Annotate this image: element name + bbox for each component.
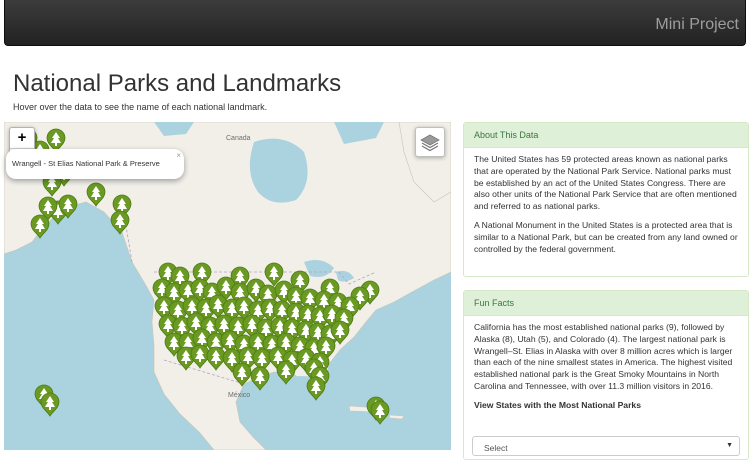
park-marker[interactable] <box>250 366 270 391</box>
about-paragraph-1: The United States has 59 protected areas… <box>474 154 737 212</box>
chevron-down-icon: ▼ <box>726 442 733 449</box>
park-marker[interactable] <box>110 210 130 235</box>
layers-icon <box>420 134 440 152</box>
most-parks-select[interactable]: Select ▼ <box>472 436 740 456</box>
navbar-brand[interactable]: Mini Project <box>655 16 739 34</box>
tooltip-text: Wrangell - St Elias National Park & Pres… <box>12 159 160 168</box>
layers-button[interactable] <box>415 127 445 157</box>
park-marker[interactable] <box>370 400 390 425</box>
zoom-in-button[interactable]: + <box>10 128 34 149</box>
park-marker[interactable] <box>232 362 252 387</box>
select-value: Select <box>484 443 508 453</box>
park-tooltip: Wrangell - St Elias National Park & Pres… <box>6 149 184 179</box>
most-parks-select-label: View States with the Most National Parks <box>474 399 641 410</box>
park-marker[interactable] <box>190 344 210 369</box>
park-marker[interactable] <box>206 346 226 371</box>
park-marker[interactable] <box>306 376 326 401</box>
fun-facts-panel: Fun Facts California has the most establ… <box>463 290 749 460</box>
fun-facts-paragraph: California has the most established nati… <box>474 322 733 391</box>
page-title: National Parks and Landmarks <box>13 70 342 97</box>
park-marker[interactable] <box>276 360 296 385</box>
park-marker[interactable] <box>40 392 60 417</box>
page-subtitle: Hover over the data to see the name of e… <box>13 102 268 112</box>
park-marker[interactable] <box>86 182 106 207</box>
park-marker[interactable] <box>30 214 50 239</box>
about-paragraph-2: A National Monument in the United States… <box>474 219 738 254</box>
fun-facts-heading: Fun Facts <box>464 291 748 316</box>
navbar: Mini Project <box>4 0 746 46</box>
about-panel: About This Data The United States has 59… <box>463 122 749 277</box>
tooltip-close-button[interactable]: × <box>176 151 181 160</box>
about-heading: About This Data <box>464 123 748 148</box>
